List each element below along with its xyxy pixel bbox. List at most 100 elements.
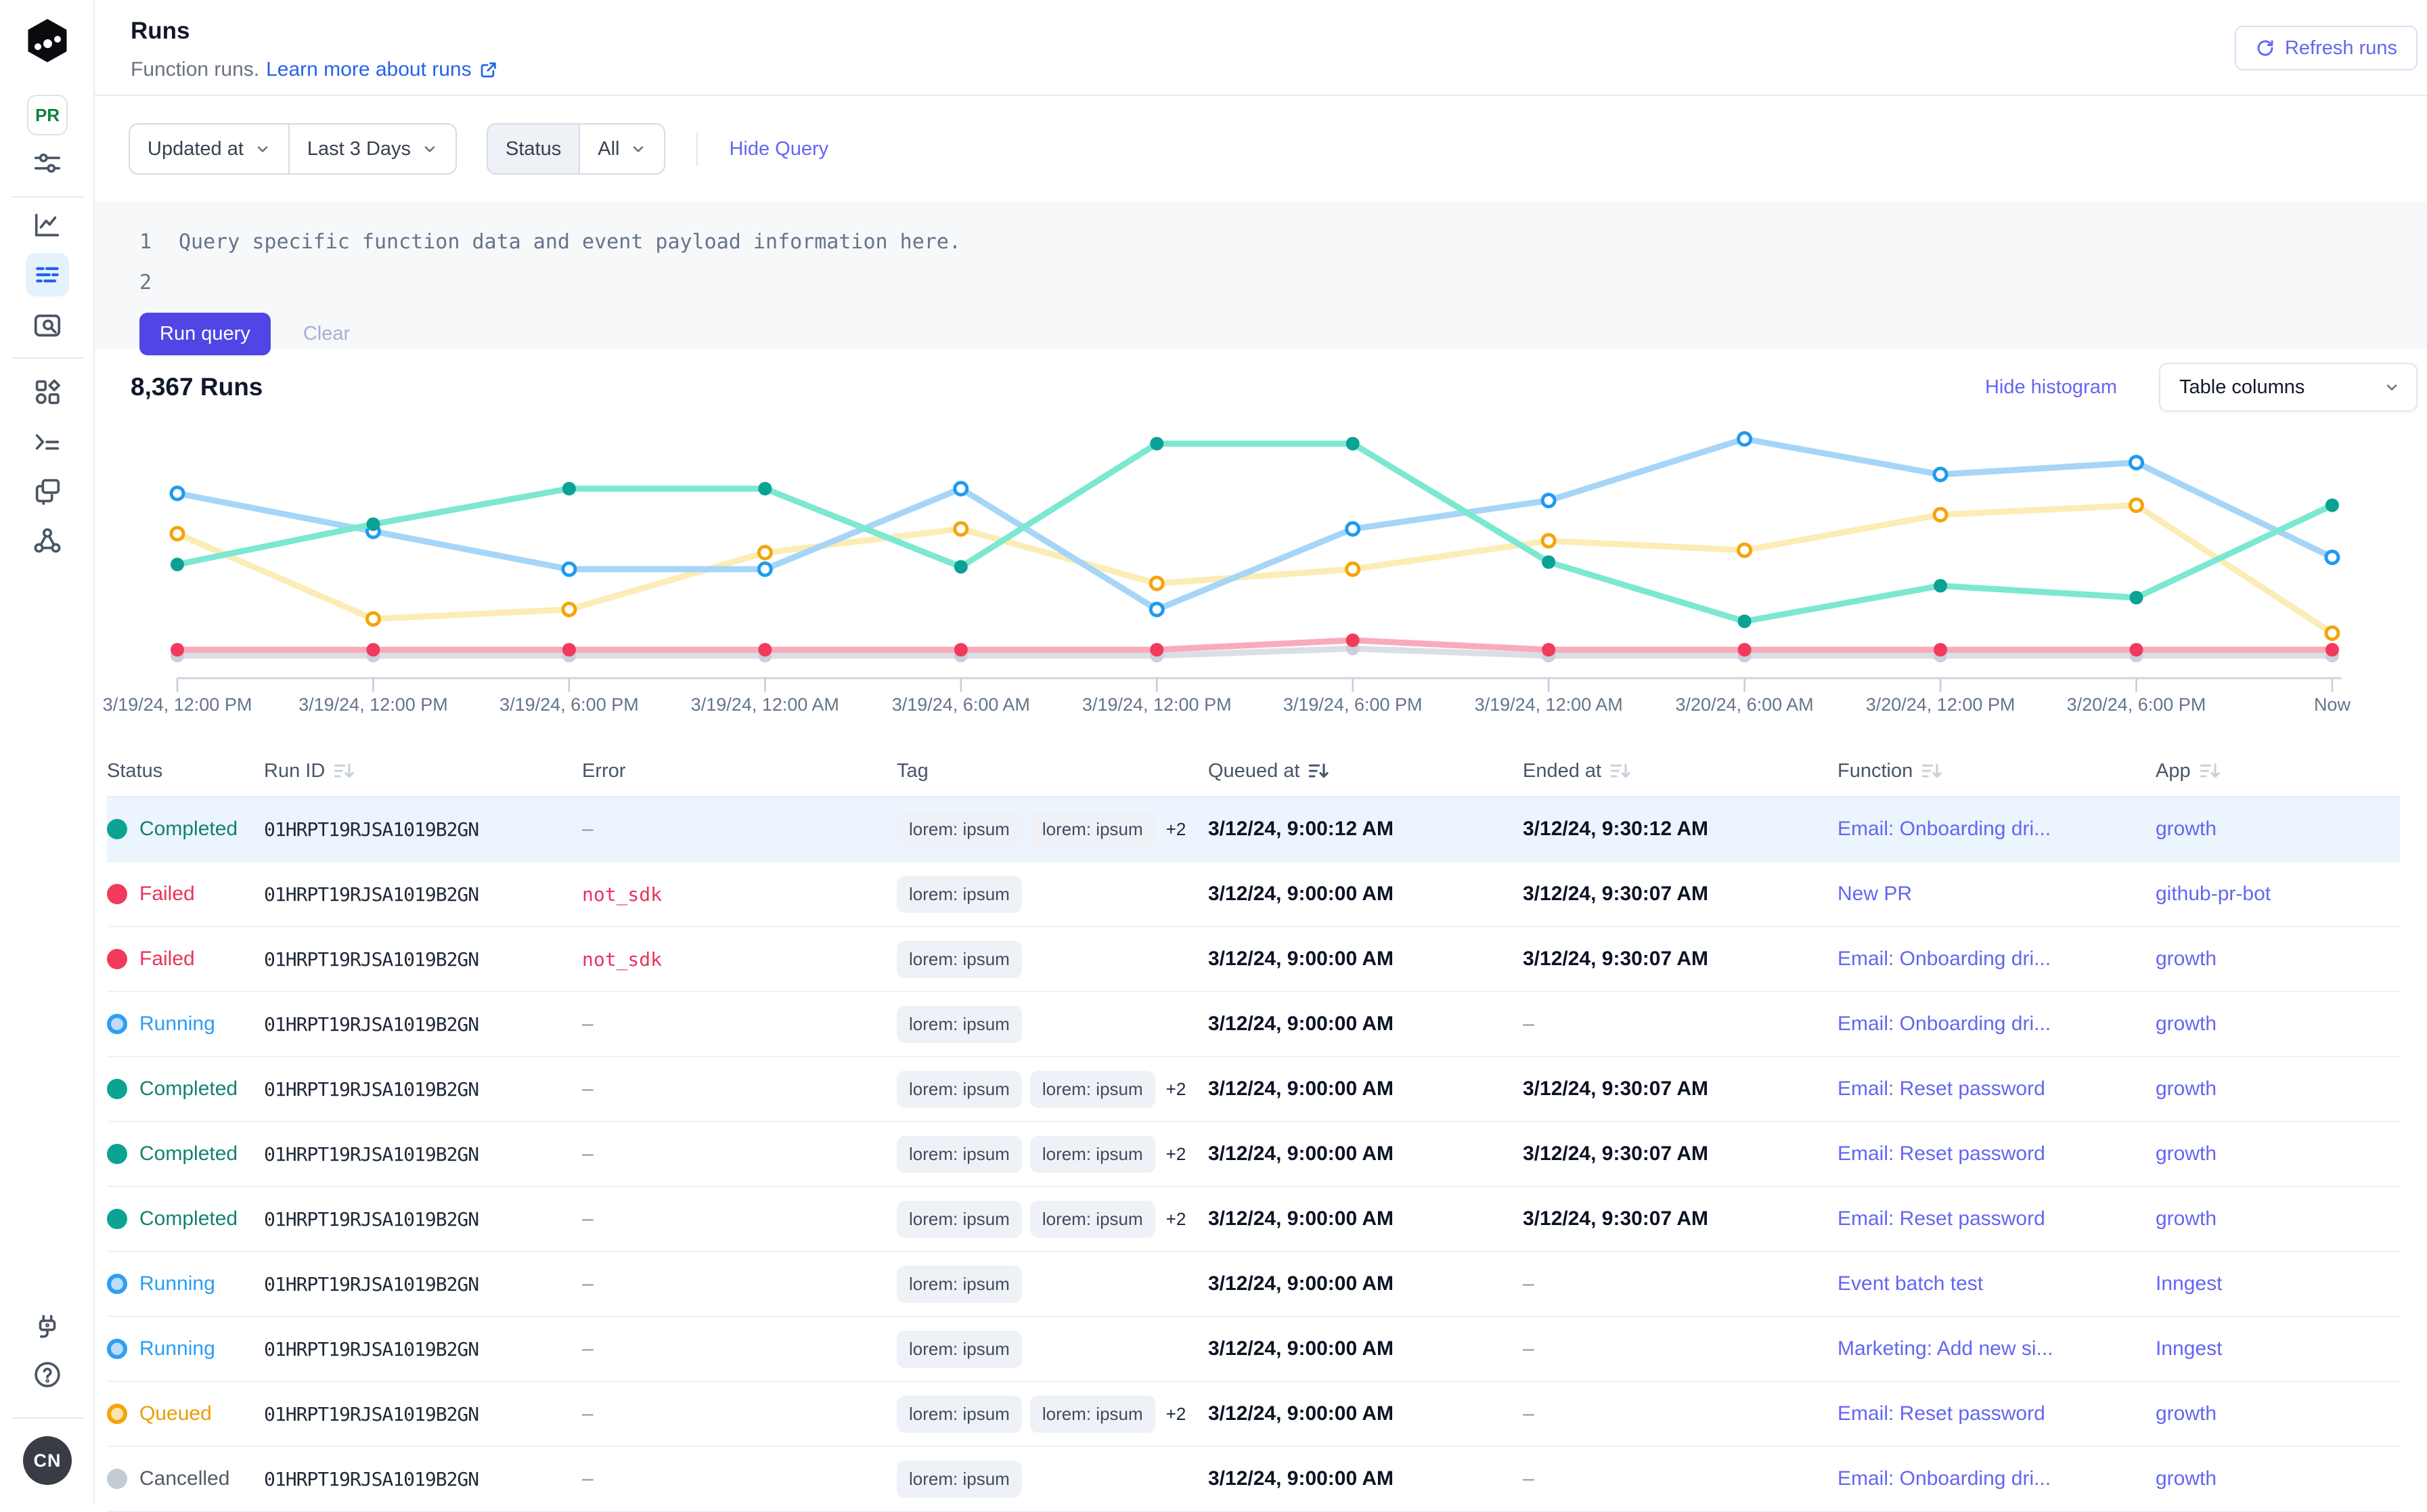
table-row[interactable]: Completed01HRPT19RJSA1019B2GN–lorem: ips… xyxy=(107,1187,2400,1252)
app-link[interactable]: growth xyxy=(2156,948,2400,971)
run-id-cell: 01HRPT19RJSA1019B2GN xyxy=(264,1273,582,1295)
page-subtitle: Function runs. xyxy=(131,58,259,81)
event-search-icon[interactable] xyxy=(32,310,63,341)
table-row[interactable]: Cancelled01HRPT19RJSA1019B2GN–lorem: ips… xyxy=(107,1447,2400,1512)
table-row[interactable]: Running01HRPT19RJSA1019B2GN–lorem: ipsum… xyxy=(107,992,2400,1057)
status-dot-icon xyxy=(107,1274,127,1294)
plug-icon[interactable] xyxy=(32,1312,63,1343)
time-range-dropdown[interactable]: Last 3 Days xyxy=(288,125,455,173)
table-row[interactable]: Running01HRPT19RJSA1019B2GN–lorem: ipsum… xyxy=(107,1317,2400,1382)
function-link[interactable]: New PR xyxy=(1838,883,2156,906)
tag-cell: lorem: ipsum xyxy=(897,941,1208,978)
webhook-icon[interactable] xyxy=(32,525,63,556)
status-label: Running xyxy=(139,1337,215,1360)
table-row[interactable]: Completed01HRPT19RJSA1019B2GN–lorem: ips… xyxy=(107,1057,2400,1122)
clear-query-button[interactable]: Clear xyxy=(303,323,350,345)
status-cell: Failed xyxy=(107,948,264,971)
column-header-app[interactable]: App xyxy=(2156,760,2400,782)
function-link[interactable]: Email: Reset password xyxy=(1838,1077,2156,1100)
app-link[interactable]: growth xyxy=(2156,818,2400,841)
error-cell: – xyxy=(582,1337,897,1360)
windows-icon[interactable] xyxy=(32,475,63,506)
status-dot-icon xyxy=(107,1144,127,1164)
extra-tags-count: +2 xyxy=(1166,819,1186,840)
filter-divider xyxy=(696,132,698,166)
app-link[interactable]: growth xyxy=(2156,1207,2400,1230)
table-row[interactable]: Completed01HRPT19RJSA1019B2GN–lorem: ips… xyxy=(107,797,2400,862)
column-header-queued-at[interactable]: Queued at xyxy=(1208,760,1523,782)
column-header-function[interactable]: Function xyxy=(1838,760,2156,782)
time-filter-control: Updated at Last 3 Days xyxy=(129,123,457,175)
refresh-runs-button[interactable]: Refresh runs xyxy=(2235,26,2418,70)
column-header-run-id[interactable]: Run ID xyxy=(264,760,582,782)
column-header-ended-at[interactable]: Ended at xyxy=(1523,760,1838,782)
app-link[interactable]: Inngest xyxy=(2156,1337,2400,1360)
function-link[interactable]: Email: Reset password xyxy=(1838,1207,2156,1230)
sidebar-divider xyxy=(11,357,84,359)
function-link[interactable]: Marketing: Add new si... xyxy=(1838,1337,2156,1360)
app-link[interactable]: growth xyxy=(2156,1077,2400,1100)
status-filter-dropdown[interactable]: All xyxy=(579,125,664,173)
run-id-cell: 01HRPT19RJSA1019B2GN xyxy=(264,1208,582,1230)
tag-chip: lorem: ipsum xyxy=(897,1071,1022,1108)
app-link[interactable]: growth xyxy=(2156,1142,2400,1165)
hide-histogram-link[interactable]: Hide histogram xyxy=(1985,376,2117,399)
learn-more-link[interactable]: Learn more about runs xyxy=(266,58,499,81)
svg-text:3/19/24, 12:00 PM: 3/19/24, 12:00 PM xyxy=(1082,694,1232,715)
ended-at-cell: – xyxy=(1523,1272,1838,1295)
function-link[interactable]: Email: Reset password xyxy=(1838,1402,2156,1425)
external-link-icon xyxy=(478,60,499,80)
svg-text:3/20/24, 12:00 PM: 3/20/24, 12:00 PM xyxy=(1866,694,2016,715)
error-cell: – xyxy=(582,1142,897,1165)
hide-query-link[interactable]: Hide Query xyxy=(729,138,828,160)
app-link[interactable]: growth xyxy=(2156,1467,2400,1490)
table-row[interactable]: Queued01HRPT19RJSA1019B2GN–lorem: ipsuml… xyxy=(107,1382,2400,1447)
tag-cell: lorem: ipsum xyxy=(897,1006,1208,1043)
workspace-badge[interactable]: PR xyxy=(27,95,68,135)
queued-at-cell: 3/12/24, 9:00:00 AM xyxy=(1208,1077,1523,1100)
table-columns-dropdown[interactable]: Table columns xyxy=(2159,363,2418,412)
filter-sliders-icon[interactable] xyxy=(32,148,63,179)
run-query-button[interactable]: Run query xyxy=(139,313,271,355)
error-cell: – xyxy=(582,1077,897,1100)
extra-tags-count: +2 xyxy=(1166,1144,1186,1165)
error-cell: – xyxy=(582,1272,897,1295)
function-link[interactable]: Event batch test xyxy=(1838,1272,2156,1295)
ended-at-cell: 3/12/24, 9:30:07 AM xyxy=(1523,948,1838,971)
main-content: Runs Function runs. Learn more about run… xyxy=(95,0,2427,1505)
function-link[interactable]: Email: Reset password xyxy=(1838,1142,2156,1165)
page-header: Runs Function runs. Learn more about run… xyxy=(95,0,2427,96)
line-number: 1 xyxy=(139,230,165,254)
table-header-row: StatusRun IDErrorTagQueued atEnded atFun… xyxy=(107,746,2400,797)
terminal-icon[interactable] xyxy=(32,426,63,458)
inngest-logo-icon xyxy=(26,19,68,62)
line-number: 2 xyxy=(139,271,165,294)
table-row[interactable]: Failed01HRPT19RJSA1019B2GNnot_sdklorem: … xyxy=(107,927,2400,992)
status-dot-icon xyxy=(107,1339,127,1359)
tag-cell: lorem: ipsumlorem: ipsum+2 xyxy=(897,1396,1208,1433)
function-link[interactable]: Email: Onboarding dri... xyxy=(1838,1467,2156,1490)
apps-icon[interactable] xyxy=(32,376,63,407)
svg-text:3/19/24, 6:00 PM: 3/19/24, 6:00 PM xyxy=(499,694,639,715)
function-link[interactable]: Email: Onboarding dri... xyxy=(1838,948,2156,971)
avatar[interactable]: CN xyxy=(23,1436,72,1485)
table-row[interactable]: Completed01HRPT19RJSA1019B2GN–lorem: ips… xyxy=(107,1122,2400,1187)
query-editor[interactable]: 1 Query specific function data and event… xyxy=(95,202,2427,349)
app-link[interactable]: Inngest xyxy=(2156,1272,2400,1295)
runs-count: 8,367 Runs xyxy=(131,373,263,401)
sidebar-item-runs[interactable] xyxy=(26,253,69,296)
help-icon[interactable] xyxy=(32,1359,63,1390)
svg-text:3/19/24, 12:00 PM: 3/19/24, 12:00 PM xyxy=(298,694,448,715)
sort-icon xyxy=(1308,760,1329,782)
function-link[interactable]: Email: Onboarding dri... xyxy=(1838,818,2156,841)
metrics-icon[interactable] xyxy=(32,210,63,241)
app-link[interactable]: growth xyxy=(2156,1013,2400,1036)
table-row[interactable]: Running01HRPT19RJSA1019B2GN–lorem: ipsum… xyxy=(107,1252,2400,1317)
app-link[interactable]: github-pr-bot xyxy=(2156,883,2400,906)
table-row[interactable]: Failed01HRPT19RJSA1019B2GNnot_sdklorem: … xyxy=(107,862,2400,927)
app-link[interactable]: growth xyxy=(2156,1402,2400,1425)
chevron-down-icon xyxy=(422,141,438,157)
sort-field-dropdown[interactable]: Updated at xyxy=(130,125,288,173)
sidebar: PR CN xyxy=(0,0,95,1505)
function-link[interactable]: Email: Onboarding dri... xyxy=(1838,1013,2156,1036)
